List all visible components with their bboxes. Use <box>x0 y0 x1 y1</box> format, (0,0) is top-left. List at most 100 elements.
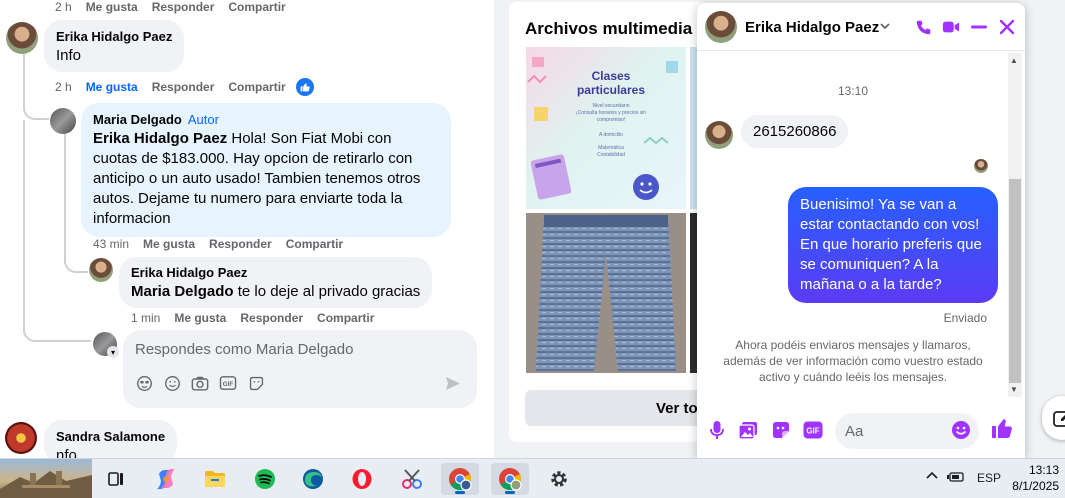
battery-icon[interactable] <box>947 470 965 487</box>
gif-icon[interactable]: GIF <box>219 374 237 392</box>
clock-time: 13:13 <box>1028 463 1059 477</box>
comment-text: Info <box>56 47 82 64</box>
clock-date: 8/1/2025 <box>1012 479 1059 493</box>
share-link[interactable]: Compartir <box>286 237 343 251</box>
camera-icon[interactable] <box>191 374 209 392</box>
edge-browser-icon[interactable] <box>294 463 332 495</box>
like-link[interactable]: Me gusta <box>174 311 226 325</box>
thumbnail-line: ¡Consulta horarios y precios sin comprom… <box>575 110 647 123</box>
sticker-icon[interactable] <box>247 374 265 392</box>
message-timestamp: 13:10 <box>837 84 869 98</box>
copilot-icon[interactable] <box>147 463 185 495</box>
compose-button[interactable] <box>1042 396 1065 440</box>
sticker-icon[interactable] <box>770 419 792 441</box>
file-explorer-icon[interactable] <box>196 463 234 495</box>
chevron-up-icon[interactable] <box>925 469 939 486</box>
reply-link[interactable]: Responder <box>240 311 303 325</box>
like-link[interactable]: Me gusta <box>86 80 138 94</box>
avatar[interactable] <box>89 258 113 282</box>
view-all-button[interactable]: Ver to <box>525 390 709 426</box>
incoming-message[interactable]: 2615260866 <box>741 115 849 148</box>
thread-connector <box>23 96 49 120</box>
avatar[interactable] <box>705 11 737 43</box>
comments-panel: 2 h Me gusta Responder Compartir Erika H… <box>0 0 494 458</box>
chevron-down-icon[interactable] <box>879 19 891 37</box>
photo-icon[interactable] <box>737 419 759 441</box>
avatar[interactable] <box>705 121 733 149</box>
scrollbar-thumb[interactable] <box>1009 179 1021 383</box>
comment-text: te lo deje al privado gracias <box>233 283 421 300</box>
close-icon[interactable] <box>997 17 1017 37</box>
comment-bubble: Erika Hidalgo Paez Info <box>44 20 185 72</box>
privacy-notice: Ahora podéis enviaros mensajes y llamaro… <box>723 338 983 384</box>
task-view-icon[interactable] <box>97 463 135 495</box>
reply-link[interactable]: Responder <box>209 237 272 251</box>
media-title: Archivos multimedia re <box>525 19 709 38</box>
mention-link[interactable]: Maria Delgado <box>131 283 234 300</box>
comment-text: nfo <box>56 447 77 458</box>
comment-actions: 1 min Me gusta Responder Compartir <box>131 311 374 325</box>
minimize-icon[interactable] <box>969 17 989 37</box>
reply-link[interactable]: Responder <box>152 80 215 94</box>
settings-gear-icon[interactable] <box>540 463 578 495</box>
chrome-profile-icon[interactable] <box>491 463 529 495</box>
reply-toolbar: GIF <box>135 374 265 392</box>
gif-icon[interactable]: GIF <box>802 419 824 441</box>
thumbs-up-icon[interactable] <box>991 417 1013 439</box>
mention-link[interactable]: Erika Hidalgo Paez <box>93 130 227 147</box>
media-thumbnail[interactable] <box>526 213 686 373</box>
chrome-icon[interactable] <box>441 463 479 495</box>
avatar[interactable] <box>5 422 37 454</box>
widgets-button[interactable] <box>0 459 92 498</box>
opera-browser-icon[interactable] <box>343 463 381 495</box>
avatar-sticker-icon[interactable] <box>135 374 153 392</box>
scroll-up-icon[interactable]: ▲ <box>1010 56 1018 65</box>
comment-author[interactable]: Erika Hidalgo Paez <box>56 28 172 46</box>
outgoing-message[interactable]: Buenisimo! Ya se van a estar contactando… <box>788 187 998 303</box>
share-link[interactable]: Compartir <box>228 80 285 94</box>
taskbar: ESP 13:13 8/1/2025 <box>0 458 1065 498</box>
language-indicator[interactable]: ESP <box>977 471 1001 485</box>
read-receipt-avatar <box>974 159 988 173</box>
emoji-icon[interactable] <box>163 374 181 392</box>
comment-actions: 2 h Me gusta Responder Compartir <box>55 0 286 14</box>
comment-actions: 2 h Me gusta Responder Compartir <box>55 78 314 96</box>
spotify-icon[interactable] <box>246 463 284 495</box>
contact-name[interactable]: Erika Hidalgo Paez <box>745 19 879 36</box>
comment-author[interactable]: Maria Delgado <box>93 112 182 127</box>
avatar[interactable] <box>6 22 38 54</box>
edit-icon <box>1053 411 1065 427</box>
comment-author[interactable]: Erika Hidalgo Paez <box>131 264 420 282</box>
media-thumbnail[interactable]: Clases particulares Nivel secundario ¡Co… <box>526 47 686 209</box>
share-link[interactable]: Compartir <box>228 0 285 14</box>
send-icon[interactable] <box>445 376 461 396</box>
microphone-icon[interactable] <box>706 419 728 441</box>
like-link[interactable]: Me gusta <box>86 0 138 14</box>
comment-time: 43 min <box>93 237 130 251</box>
comment-time: 2 h <box>55 0 72 14</box>
snipping-tool-icon[interactable] <box>393 463 431 495</box>
chevron-down-icon[interactable]: ▾ <box>107 346 119 358</box>
phone-icon[interactable] <box>913 17 933 37</box>
like-link[interactable]: Me gusta <box>143 237 195 251</box>
video-call-icon[interactable] <box>941 17 961 37</box>
share-link[interactable]: Compartir <box>317 311 374 325</box>
reply-input[interactable]: Respondes como Maria Delgado GIF <box>123 330 477 408</box>
chat-messages: 13:10 2615260866 Buenisimo! Ya se van a … <box>697 52 1025 402</box>
comment-author[interactable]: Sandra Salamone <box>56 428 165 446</box>
emoji-icon[interactable] <box>950 419 972 441</box>
system-clock[interactable]: 13:13 8/1/2025 <box>1012 462 1059 494</box>
scroll-down-icon[interactable]: ▼ <box>1010 385 1018 394</box>
avatar[interactable] <box>50 108 76 134</box>
svg-text:GIF: GIF <box>223 381 234 388</box>
messenger-chat-window: Erika Hidalgo Paez 13:10 2615260866 Buen… <box>697 3 1025 458</box>
chat-header: Erika Hidalgo Paez <box>697 3 1025 51</box>
message-status: Enviado <box>943 311 987 325</box>
svg-text:GIF: GIF <box>806 427 819 436</box>
comment-time: 2 h <box>55 80 72 94</box>
thread-connector <box>64 255 88 273</box>
reply-link[interactable]: Responder <box>152 0 215 14</box>
thumbnail-line: A domicilio <box>599 132 623 138</box>
thread-connector <box>23 320 91 342</box>
author-badge: Autor <box>187 112 219 127</box>
